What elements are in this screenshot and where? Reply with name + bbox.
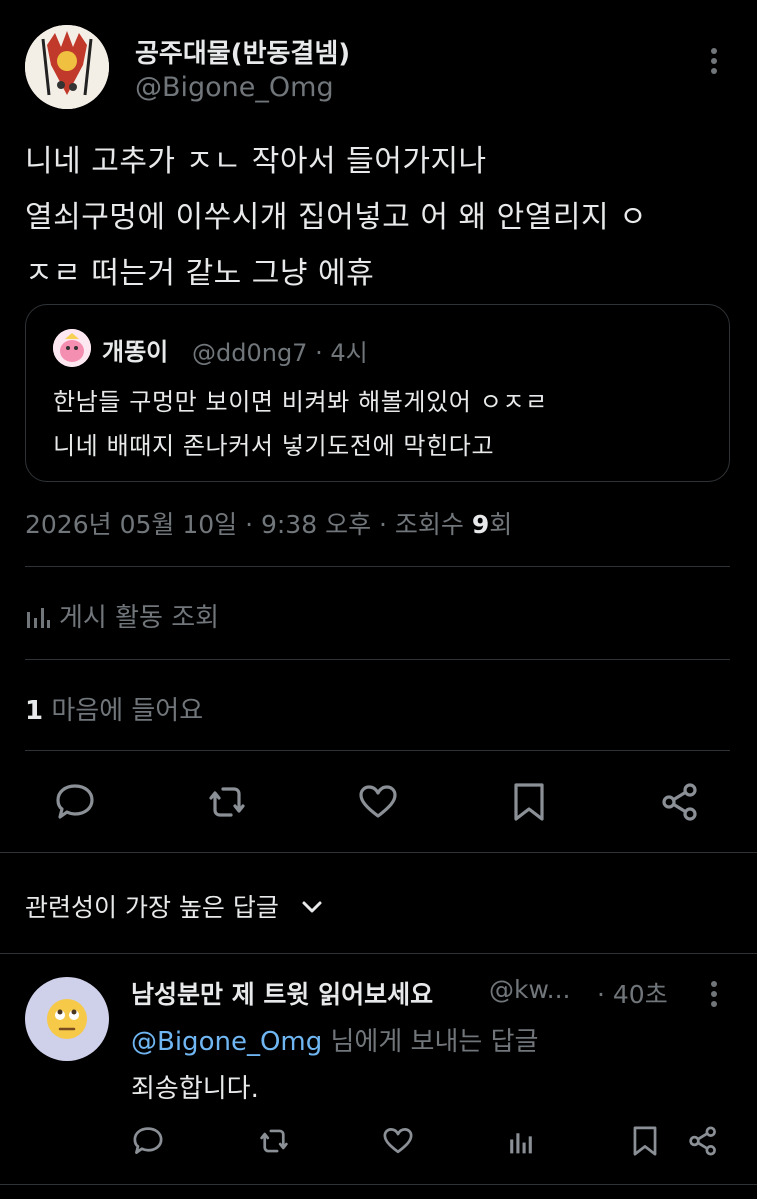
replying-to: @Bigone_Omg 님에게 보내는 답글 [131,1027,539,1057]
post-activity-link[interactable]: 게시 활동 조회 [25,597,219,634]
reply-text: 죄송합니다. [131,1074,259,1104]
chevron-down-icon [302,901,322,913]
tweet-timestamp: 2026년 05월 10일 · 9:38 오후 · 조회수 9회 [25,510,513,539]
author-handle[interactable]: @Bigone_Omg [135,72,334,103]
divider [25,659,730,660]
divider [0,953,757,954]
quoted-author-name: 개똥이 [102,338,169,366]
reply-author-name[interactable]: 남성분만 제 트윗 읽어보세요 [131,975,433,1011]
reply-timestamp[interactable]: · 40초 [597,975,668,1011]
tweet-text-line: ㅈㄹ 떠는거 같노 그냥 에휴 [25,256,375,291]
analytics-icon [27,608,50,628]
tweet-text-line: 니네 고추가 ㅈㄴ 작아서 들어가지나 [25,144,487,179]
more-icon[interactable] [704,980,724,1008]
likes-count[interactable]: 1 마음에 들어요 [25,690,203,727]
comment-icon[interactable] [53,780,97,824]
quoted-author-avatar [53,329,91,367]
more-icon[interactable] [704,46,724,76]
divider [0,852,757,853]
reply-author-avatar[interactable] [25,977,109,1061]
author-avatar[interactable] [25,25,109,109]
divider [0,1184,757,1185]
reply-sort-dropdown[interactable]: 관련성이 가장 높은 답글 [25,888,323,924]
quoted-text-line: 한남들 구멍만 보이면 비켜봐 해볼게있어 ㅇㅈㄹ [53,388,548,416]
reply-author-handle[interactable]: @kw... [489,975,570,1004]
analytics-icon[interactable] [504,1124,538,1158]
retweet-icon[interactable] [205,780,249,824]
share-icon[interactable] [658,780,702,824]
divider [25,750,730,751]
tweet-text-line: 열쇠구멍에 이쑤시개 집어넣고 어 왜 안열리지 ㅇ [25,200,648,235]
like-icon[interactable] [381,1124,415,1158]
like-icon[interactable] [356,780,400,824]
author-name[interactable]: 공주대물(반동결넴) [135,33,350,70]
post-activity-label: 게시 활동 조회 [59,603,220,633]
divider [25,566,730,567]
comment-icon[interactable] [131,1124,165,1158]
share-icon[interactable] [686,1124,720,1158]
mention-link[interactable]: @Bigone_Omg [131,1027,322,1057]
quoted-author-meta: @dd0ng7 · 4시 [192,339,368,367]
retweet-icon[interactable] [257,1124,291,1158]
bookmark-icon[interactable] [507,780,551,824]
quoted-text-line: 니네 배때지 존나커서 넣기도전에 막힌다고 [53,432,495,460]
bookmark-icon[interactable] [628,1124,662,1158]
